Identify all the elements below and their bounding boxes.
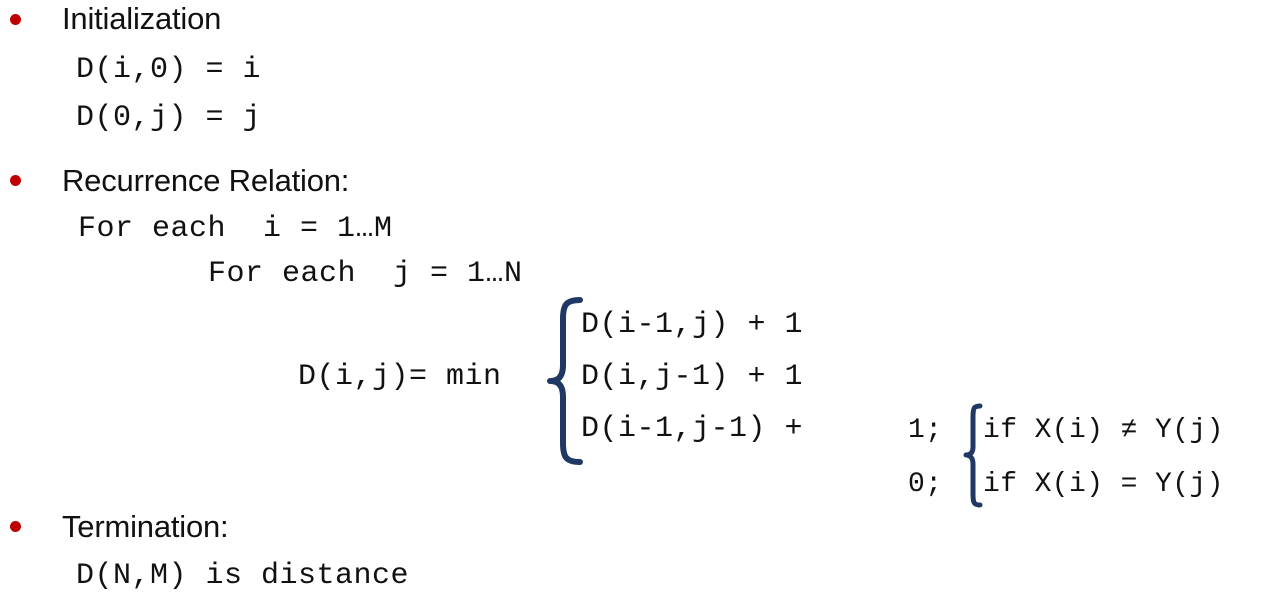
bullet-dot-icon-initialization (10, 14, 21, 25)
curly-brace-small-icon (963, 403, 985, 509)
bullet-dot-icon-termination (10, 521, 21, 532)
substitution-cost-value-2: 0; (908, 469, 943, 500)
substitution-cost-condition-2: if X(i) = Y(j) (983, 469, 1224, 500)
code-line-init-2: D(0,j) = j (76, 101, 262, 135)
recurrence-lhs: D(i,j)= min (298, 360, 502, 394)
curly-brace-large-icon (546, 297, 586, 465)
section-heading-recurrence: Recurrence Relation: (62, 163, 350, 198)
recurrence-option-3: D(i-1,j-1) + (581, 412, 804, 446)
substitution-cost-condition-1: if X(i) ≠ Y(j) (983, 415, 1224, 446)
recurrence-option-1: D(i-1,j) + 1 (581, 308, 804, 342)
bullet-dot-icon-recurrence (10, 175, 21, 186)
recurrence-option-2: D(i,j-1) + 1 (581, 360, 804, 394)
section-heading-termination: Termination: (62, 509, 229, 544)
code-line-termination-1: D(N,M) is distance (76, 559, 410, 593)
code-line-for-each-j: For each j = 1…N (208, 257, 523, 291)
section-heading-initialization: Initialization (62, 1, 222, 36)
code-line-init-1: D(i,0) = i (76, 53, 262, 87)
code-line-for-each-i: For each i = 1…M (78, 212, 393, 246)
substitution-cost-value-1: 1; (908, 415, 943, 446)
